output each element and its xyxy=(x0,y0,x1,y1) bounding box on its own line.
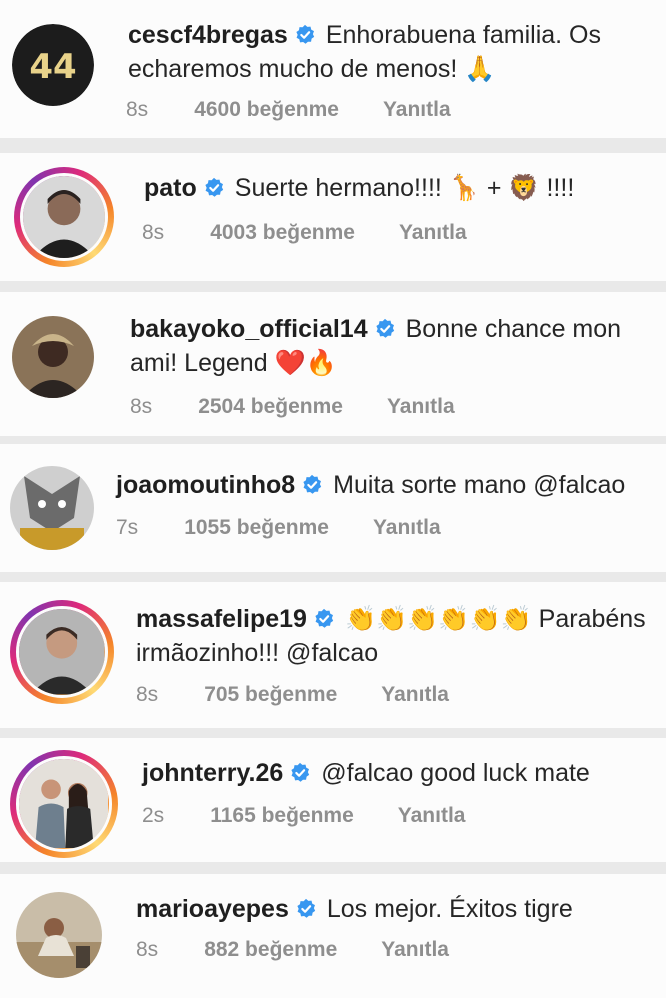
comment-item: johnterry.26 @falcao good luck mate 2s 116… xyxy=(0,738,666,862)
reply-button[interactable]: Yanıtla xyxy=(387,395,455,418)
avatar[interactable] xyxy=(10,600,114,704)
comment-item: 44 cescf4bregas Enhorabuena familia. Os e… xyxy=(0,0,666,138)
reply-button[interactable]: Yanıtla xyxy=(398,804,466,827)
verified-badge-icon xyxy=(295,898,317,920)
comment-time: 8s xyxy=(136,938,159,961)
verified-badge-icon xyxy=(294,24,316,46)
comment-text: Suerte hermano!!!! 🦒 + 🦁 !!!! xyxy=(234,174,575,202)
profile-photo-icon xyxy=(12,316,94,398)
comment-body: pato Suerte hermano!!!! 🦒 + 🦁 !!!! xyxy=(144,171,658,205)
comment-likes[interactable]: 1055 beğenme xyxy=(184,516,329,539)
comment-time: 8s xyxy=(136,683,159,706)
comment-username[interactable]: massafelipe19 xyxy=(136,605,307,633)
comment-text: Muita sorte mano @falcao xyxy=(333,471,626,499)
profile-photo-icon xyxy=(19,609,105,695)
comment-body: massafelipe19 👏👏👏👏👏👏 Parabéns irmãozinho!… xyxy=(136,602,658,670)
comment-time: 8s xyxy=(126,98,149,121)
verified-badge-icon xyxy=(301,474,323,496)
comment-body: cescf4bregas Enhorabuena familia. Os echa… xyxy=(128,18,658,86)
comment-time: 8s xyxy=(130,395,153,418)
comment-meta: 8s 2504 beğenme Yanıtla xyxy=(130,395,455,419)
avatar[interactable] xyxy=(10,750,118,858)
profile-photo-icon xyxy=(23,176,105,258)
comment-time: 8s xyxy=(142,221,165,244)
comment-text: Los mejor. Éxitos tigre xyxy=(326,895,573,923)
comment-likes[interactable]: 4003 beğenme xyxy=(210,221,355,244)
comment-username[interactable]: cescf4bregas xyxy=(128,21,288,49)
comment-item: massafelipe19 👏👏👏👏👏👏 Parabéns irmãozinho!… xyxy=(0,582,666,728)
comment-username[interactable]: joaomoutinho8 xyxy=(116,471,295,499)
comment-meta: 8s 4003 beğenme Yanıtla xyxy=(142,221,467,245)
profile-photo-icon xyxy=(16,892,102,978)
reply-button[interactable]: Yanıtla xyxy=(399,221,467,244)
verified-badge-icon xyxy=(313,608,335,630)
comment-meta: 8s 705 beğenme Yanıtla xyxy=(136,683,449,707)
avatar[interactable] xyxy=(12,316,94,398)
avatar[interactable] xyxy=(16,892,102,978)
profile-photo-icon xyxy=(19,759,109,849)
comment-body: johnterry.26 @falcao good luck mate xyxy=(142,756,658,790)
comment-body: bakayoko_official14 Bonne chance mon ami!… xyxy=(130,312,658,380)
comment-meta: 2s 1165 beğenme Yanıtla xyxy=(142,804,465,828)
comment-meta: 7s 1055 beğenme Yanıtla xyxy=(116,516,441,540)
comment-time: 2s xyxy=(142,804,165,827)
comment-time: 7s xyxy=(116,516,139,539)
verified-badge-icon xyxy=(289,762,311,784)
comment-likes[interactable]: 882 beğenme xyxy=(204,938,337,961)
comment-username[interactable]: bakayoko_official14 xyxy=(130,315,368,343)
comment-username[interactable]: marioayepes xyxy=(136,895,289,923)
comment-meta: 8s 882 beğenme Yanıtla xyxy=(136,938,449,962)
profile-photo-icon xyxy=(10,466,94,550)
reply-button[interactable]: Yanıtla xyxy=(383,98,451,121)
svg-text:44: 44 xyxy=(29,47,76,87)
avatar[interactable]: 44 xyxy=(12,24,94,106)
comment-text: @falcao good luck mate xyxy=(321,759,590,787)
reply-button[interactable]: Yanıtla xyxy=(381,683,449,706)
comment-meta: 8s 4600 beğenme Yanıtla xyxy=(126,98,451,122)
comment-item: marioayepes Los mejor. Éxitos tigre 8s 882… xyxy=(0,874,666,998)
comment-item: pato Suerte hermano!!!! 🦒 + 🦁 !!!! 8s 4003… xyxy=(0,153,666,281)
verified-badge-icon xyxy=(203,177,225,199)
comment-likes[interactable]: 2504 beğenme xyxy=(198,395,343,418)
comment-username[interactable]: johnterry.26 xyxy=(142,759,283,787)
cesc-logo-icon: 44 xyxy=(12,24,94,106)
comment-body: joaomoutinho8 Muita sorte mano @falcao xyxy=(116,468,658,502)
comment-username[interactable]: pato xyxy=(144,174,197,202)
reply-button[interactable]: Yanıtla xyxy=(381,938,449,961)
comment-body: marioayepes Los mejor. Éxitos tigre xyxy=(136,892,658,926)
comment-feed: 44 cescf4bregas Enhorabuena familia. Os e… xyxy=(0,0,666,998)
comment-likes[interactable]: 4600 beğenme xyxy=(194,98,339,121)
comment-item: bakayoko_official14 Bonne chance mon ami!… xyxy=(0,292,666,436)
avatar[interactable] xyxy=(14,167,114,267)
verified-badge-icon xyxy=(374,318,396,340)
comment-likes[interactable]: 705 beğenme xyxy=(204,683,337,706)
comment-likes[interactable]: 1165 beğenme xyxy=(210,804,354,827)
comment-item: joaomoutinho8 Muita sorte mano @falcao 7s… xyxy=(0,444,666,572)
reply-button[interactable]: Yanıtla xyxy=(373,516,441,539)
avatar[interactable] xyxy=(10,466,94,550)
